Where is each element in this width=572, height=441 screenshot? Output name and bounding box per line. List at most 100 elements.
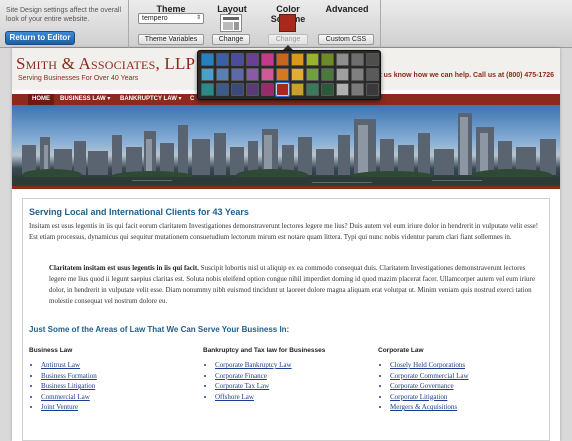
color-swatch[interactable] (246, 83, 259, 96)
practice-link[interactable]: Commercial Law (41, 393, 90, 401)
practice-link[interactable]: Corporate Bankruptcy Law (215, 361, 292, 369)
color-swatch[interactable] (351, 68, 364, 81)
layout-change-button[interactable]: Change (212, 34, 250, 45)
list-item[interactable]: Corporate Litigation (390, 392, 548, 403)
color-swatch[interactable] (231, 53, 244, 66)
color-swatch[interactable] (336, 68, 349, 81)
color-swatch[interactable] (276, 68, 289, 81)
color-swatch[interactable] (276, 53, 289, 66)
practice-link[interactable]: Mergers & Acquisitions (390, 403, 457, 411)
list-item[interactable]: Closely Held Corporations (390, 360, 548, 371)
practice-link[interactable]: Closely Held Corporations (390, 361, 465, 369)
intro-paragraph: Insitam est usus legentis in iis qui fac… (29, 222, 539, 241)
toolbar-divider (128, 0, 129, 48)
highlight-paragraph: Claritatem insitam est usus legentis in … (49, 263, 543, 307)
column-title: Bankruptcy and Tax law for Businesses (203, 347, 326, 354)
layout-title: Layout (217, 4, 247, 14)
practice-link[interactable]: Business Litigation (41, 382, 95, 390)
color-swatch[interactable] (246, 53, 259, 66)
skyline-image (12, 113, 560, 186)
color-swatch[interactable] (351, 53, 364, 66)
custom-css-button[interactable]: Custom CSS (318, 34, 374, 45)
practice-link[interactable]: Corporate Litigation (390, 393, 447, 401)
chevron-updown-icon: ⇕ (195, 15, 201, 21)
return-to-editor-button[interactable]: Return to Editor (5, 31, 75, 45)
practice-link[interactable]: Corporate Finance (215, 372, 267, 380)
practice-column-bankruptcy: Bankruptcy and Tax law for Businesses Co… (203, 347, 373, 402)
color-swatch[interactable] (321, 53, 334, 66)
color-swatch[interactable] (261, 68, 274, 81)
theme-select[interactable]: tempero ⇕ (138, 13, 204, 24)
list-item[interactable]: Corporate Tax Law (215, 381, 373, 392)
site-design-hint: Site Design settings affect the overall … (6, 7, 122, 23)
color-swatch[interactable] (291, 68, 304, 81)
color-swatch[interactable] (306, 53, 319, 66)
practice-column-corporate: Corporate Law Closely Held Corporations … (378, 347, 548, 413)
list-item[interactable]: Corporate Bankruptcy Law (215, 360, 373, 371)
practice-link[interactable]: Corporate Tax Law (215, 382, 269, 390)
practice-link[interactable]: Business Formation (41, 372, 97, 380)
nav-item-business-law[interactable]: Business Law ▾ (60, 94, 110, 105)
color-swatch[interactable] (246, 68, 259, 81)
theme-variables-button[interactable]: Theme Variables (138, 34, 204, 45)
layout-preview-icon (220, 14, 242, 32)
practice-column-business: Business Law Antitrust Law Business Form… (29, 347, 199, 413)
color-swatch[interactable] (336, 53, 349, 66)
list-item[interactable]: Business Formation (41, 371, 199, 382)
color-swatch[interactable] (275, 82, 290, 97)
color-swatch[interactable] (216, 83, 229, 96)
column-title: Business Law (29, 347, 73, 354)
areas-heading: Just Some of the Areas of Law That We Ca… (29, 325, 290, 334)
nav-item-bankruptcy-law[interactable]: Bankruptcy Law ▾ (120, 94, 182, 105)
list-item[interactable]: Corporate Governance (390, 381, 548, 392)
color-swatch[interactable] (336, 83, 349, 96)
practice-link[interactable]: Offshore Law (215, 393, 254, 401)
color-scheme-change-button[interactable]: Change (268, 34, 308, 45)
list-item[interactable]: Business Litigation (41, 381, 199, 392)
list-item[interactable]: Corporate Commercial Law (390, 371, 548, 382)
color-swatch[interactable] (201, 83, 214, 96)
color-swatch[interactable] (366, 68, 379, 81)
practice-link[interactable]: Corporate Commercial Law (390, 372, 469, 380)
color-swatch[interactable] (216, 68, 229, 81)
list-item[interactable]: Offshore Law (215, 392, 373, 403)
color-swatch[interactable] (321, 68, 334, 81)
color-swatch[interactable] (366, 83, 379, 96)
color-swatch[interactable] (366, 53, 379, 66)
design-toolbar: Site Design settings affect the overall … (0, 0, 572, 48)
column-title: Corporate Law (378, 347, 424, 354)
color-swatch[interactable] (261, 53, 274, 66)
practice-link[interactable]: Joint Venture (41, 403, 78, 411)
color-swatch[interactable] (291, 83, 304, 96)
color-swatch[interactable] (351, 83, 364, 96)
color-swatch[interactable] (306, 83, 319, 96)
toolbar-divider (380, 0, 381, 48)
theme-select-value: tempero (142, 15, 168, 22)
contact-line: Let us know how we can help. Call us at … (371, 72, 554, 79)
list-item[interactable]: Joint Venture (41, 402, 199, 413)
practice-link[interactable]: Antitrust Law (41, 361, 80, 369)
page-heading: Serving Local and International Clients … (29, 207, 249, 217)
list-item[interactable]: Corporate Finance (215, 371, 373, 382)
color-swatch[interactable] (231, 68, 244, 81)
color-swatch[interactable] (291, 53, 304, 66)
content-panel: Serving Local and International Clients … (22, 198, 550, 441)
practice-link[interactable]: Corporate Governance (390, 382, 454, 390)
color-swatch[interactable] (201, 53, 214, 66)
current-color-scheme-swatch[interactable] (279, 14, 296, 32)
color-swatch[interactable] (216, 53, 229, 66)
site-tagline: Serving Businesses For Over 40 Years (18, 75, 139, 82)
list-item[interactable]: Commercial Law (41, 392, 199, 403)
color-swatch[interactable] (306, 68, 319, 81)
highlight-lead: Claritatem insitam est usus legentis in … (49, 264, 199, 272)
site-preview: Smith & Associates, LLP Serving Business… (12, 48, 560, 441)
color-swatch[interactable] (201, 68, 214, 81)
nav-item-more[interactable]: C (190, 94, 194, 105)
nav-item-home[interactable]: Home (28, 94, 54, 105)
list-item[interactable]: Mergers & Acquisitions (390, 402, 548, 413)
color-swatch[interactable] (321, 83, 334, 96)
color-swatch[interactable] (231, 83, 244, 96)
list-item[interactable]: Antitrust Law (41, 360, 199, 371)
color-swatch[interactable] (261, 83, 274, 96)
firm-name: Smith & Associates, LLP (16, 54, 196, 73)
